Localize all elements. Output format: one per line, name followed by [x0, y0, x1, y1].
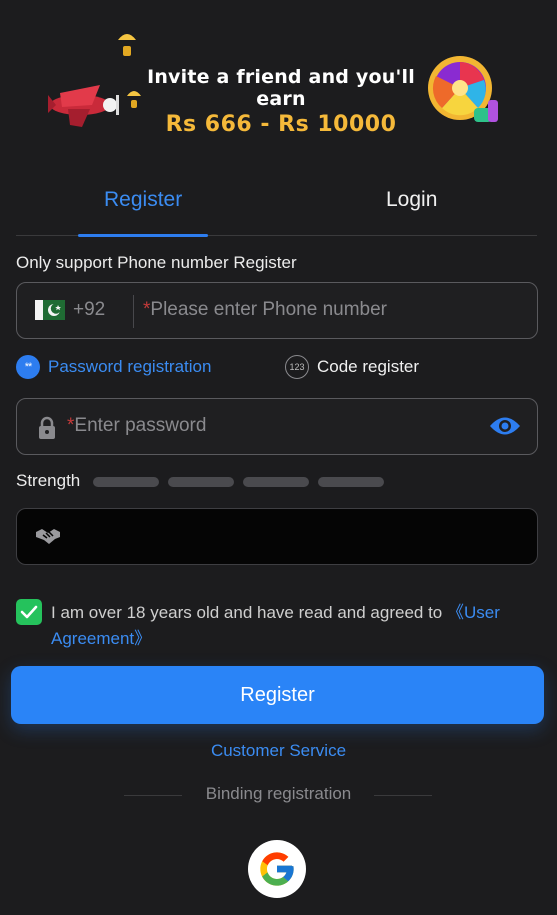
- strength-bar: [168, 477, 234, 487]
- banner-line1: Invite a friend and you'll earn: [147, 66, 415, 110]
- binding-registration-label: Binding registration: [205, 784, 352, 803]
- phone-input[interactable]: [143, 293, 523, 329]
- lock-icon: [39, 416, 55, 439]
- phone-field[interactable]: +92 *Please enter Phone number: [16, 282, 538, 339]
- country-code[interactable]: +92: [73, 299, 105, 321]
- registration-modes: ** Password registration 123 Code regist…: [16, 355, 538, 383]
- required-mark: *: [67, 415, 75, 436]
- field-divider: [133, 295, 134, 328]
- invite-banner[interactable]: Invite a friend and you'll earn Rs 666 -…: [40, 30, 520, 137]
- register-button[interactable]: Register: [11, 666, 544, 724]
- strength-bar: [243, 477, 309, 487]
- customer-service-link[interactable]: Customer Service: [0, 741, 557, 761]
- agreement-statement: I am over 18 years old and have read and…: [51, 603, 447, 622]
- handshake-icon: [36, 529, 60, 544]
- tab-register[interactable]: Register: [104, 188, 182, 212]
- password-mode-icon: **: [16, 355, 40, 379]
- eye-icon[interactable]: [489, 415, 521, 437]
- password-registration-option[interactable]: ** Password registration: [16, 355, 211, 379]
- divider-line: [374, 795, 432, 796]
- code-register-option[interactable]: 123 Code register: [285, 355, 419, 379]
- password-field[interactable]: *Enter password: [16, 398, 538, 455]
- strength-bar: [318, 477, 384, 487]
- pakistan-flag-icon[interactable]: [35, 300, 65, 320]
- parachute-icon: [118, 34, 136, 56]
- check-icon: [20, 605, 38, 619]
- invite-code-input[interactable]: [77, 519, 517, 555]
- google-login-button[interactable]: [248, 840, 306, 898]
- password-placeholder-text: Enter password: [74, 415, 207, 436]
- agreement-text: I am over 18 years old and have read and…: [51, 600, 538, 652]
- code-mode-icon: 123: [285, 355, 309, 379]
- invite-code-field[interactable]: [16, 508, 538, 565]
- password-placeholder: *Enter password: [67, 415, 206, 437]
- strength-bar: [93, 477, 159, 487]
- banner-reward: Rs 666 - Rs 10000: [165, 112, 397, 137]
- agreement-checkbox[interactable]: [16, 599, 42, 625]
- active-tab-indicator: [78, 234, 208, 237]
- strength-label: Strength: [16, 471, 81, 490]
- google-icon: [260, 852, 294, 886]
- password-registration-label: Password registration: [48, 357, 212, 376]
- banner-text: Invite a friend and you'll earn Rs 666 -…: [136, 66, 426, 137]
- code-register-label: Code register: [317, 357, 420, 376]
- prize-wheel-icon: [428, 56, 498, 122]
- auth-tabs: Register Login: [16, 170, 537, 237]
- phone-hint: Only support Phone number Register: [16, 253, 297, 272]
- tab-login[interactable]: Login: [386, 188, 437, 212]
- plane-illustration: [48, 85, 119, 127]
